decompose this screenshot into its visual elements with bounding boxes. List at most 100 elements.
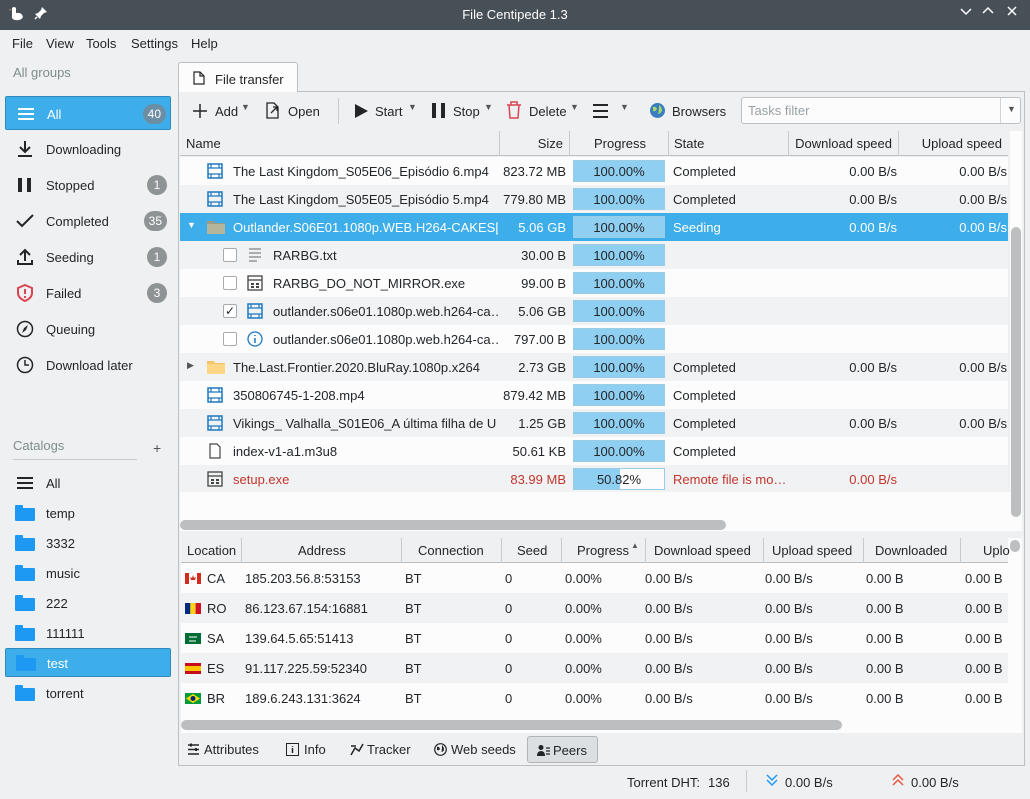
tab-web-seeds[interactable]: Web seeds xyxy=(434,736,516,763)
task-row[interactable]: RARBG_DO_NOT_MIRROR.exe 99.00 B 100.00% xyxy=(180,269,1008,297)
file-checkbox[interactable] xyxy=(223,276,237,290)
task-table-header: Name Size Progress State Download speed … xyxy=(180,131,1008,156)
tab-attributes[interactable]: Attributes xyxy=(184,736,266,763)
column-progress[interactable]: Progress ▲ xyxy=(562,538,646,563)
group-item-download-later[interactable]: Download later xyxy=(5,348,171,382)
column-progress[interactable]: Progress xyxy=(570,131,669,156)
tab-file-transfer[interactable]: File transfer xyxy=(178,62,298,92)
expand-arrow-icon[interactable]: ▶ xyxy=(187,360,194,371)
catalog-item-all[interactable]: All xyxy=(5,469,171,498)
column-location[interactable]: Location xyxy=(181,538,242,563)
add-catalog-button[interactable]: + xyxy=(153,440,161,456)
start-button[interactable]: Start ▼ xyxy=(353,100,419,122)
peer-row[interactable]: BR 189.6.243.131:3624 BT 0 0.00% 0.00 B/s 0.00… xyxy=(181,683,1008,713)
peer-upload-speed: 0.00 B/s xyxy=(765,631,813,646)
group-item-queuing[interactable]: Queuing xyxy=(5,312,171,346)
tab-peers[interactable]: Peers xyxy=(527,736,598,763)
group-item-stopped[interactable]: Stopped 1 xyxy=(5,168,171,202)
open-button[interactable]: Open xyxy=(265,100,325,122)
column-state[interactable]: State xyxy=(669,131,789,156)
peer-progress: 0.00% xyxy=(565,661,602,676)
tab-tracker[interactable]: Tracker xyxy=(350,736,412,763)
task-hscroll-thumb[interactable] xyxy=(180,520,726,530)
minimize-button[interactable] xyxy=(956,4,976,24)
task-row[interactable]: The Last Kingdom_S05E06_Episódio 6.mp4 82… xyxy=(180,157,1008,185)
tasks-filter-input[interactable] xyxy=(746,101,996,120)
collapse-arrow-icon[interactable]: ▼ xyxy=(187,220,196,230)
task-state: Completed xyxy=(673,192,736,207)
column-upload-speed[interactable]: Upload speed xyxy=(764,538,864,563)
task-row[interactable]: Vikings_ Valhalla_S01E06_A última filha … xyxy=(180,409,1008,437)
tasks-filter[interactable]: ▼ xyxy=(741,97,1021,124)
catalog-item-test[interactable]: test xyxy=(5,648,171,677)
task-row[interactable]: index-v1-a1.m3u8 50.61 KB 100.00% Completed xyxy=(180,437,1008,465)
flag-br-icon xyxy=(185,692,201,704)
close-button[interactable] xyxy=(1002,4,1022,24)
column-download-speed[interactable]: Download speed xyxy=(646,538,764,563)
column-download-speed[interactable]: Download speed xyxy=(789,131,899,156)
task-row[interactable]: 350806745-1-208.mp4 879.42 MB 100.00% Compl… xyxy=(180,381,1008,409)
menu-file[interactable]: File xyxy=(12,36,33,51)
peer-row[interactable]: SA 139.64.5.65:51413 BT 0 0.00% 0.00 B/s 0.00 … xyxy=(181,623,1008,653)
menu-tools[interactable]: Tools xyxy=(86,36,116,51)
filter-dropdown-button[interactable]: ▼ xyxy=(1000,98,1020,123)
task-row[interactable]: ▼ Outlander.S06E01.1080p.WEB.H264-CAKES[r… xyxy=(180,213,1008,241)
group-item-downloading[interactable]: Downloading xyxy=(5,132,171,166)
column-seed[interactable]: Seed xyxy=(502,538,562,563)
progress-text: 100.00% xyxy=(593,444,645,459)
group-item-seeding[interactable]: Seeding 1 xyxy=(5,240,171,274)
column-address[interactable]: Address xyxy=(242,538,402,563)
column-downloaded[interactable]: Downloaded xyxy=(864,538,961,563)
task-row[interactable]: outlander.s06e01.1080p.web.h264-ca… 797.0… xyxy=(180,325,1008,353)
task-name: outlander.s06e01.1080p.web.h264-ca… xyxy=(273,332,498,347)
catalog-item-torrent[interactable]: torrent xyxy=(5,679,171,708)
group-item-failed[interactable]: Failed 3 xyxy=(5,276,171,310)
browsers-button[interactable]: Browsers xyxy=(649,100,729,122)
catalog-item-temp[interactable]: temp xyxy=(5,499,171,528)
task-row[interactable]: ✓ outlander.s06e01.1080p.web.h264-ca… 5.06… xyxy=(180,297,1008,325)
task-row[interactable]: setup.exe 83.99 MB 50.82% Remote file is mo… xyxy=(180,465,1008,493)
column-upload-speed[interactable]: Upload speed xyxy=(899,131,1008,156)
file-checkbox[interactable] xyxy=(223,332,237,346)
catalog-item-3332[interactable]: 3332 xyxy=(5,529,171,558)
flag-sa-icon xyxy=(185,632,201,644)
column-uploaded[interactable]: Uplo xyxy=(961,538,1010,563)
task-download-speed: 0.00 B/s xyxy=(849,192,897,207)
catalog-item-111111[interactable]: 111111 xyxy=(5,619,171,648)
upload-icon xyxy=(15,248,35,266)
file-checkbox[interactable] xyxy=(223,248,237,262)
task-row[interactable]: ▶ The.Last.Frontier.2020.BluRay.1080p.x26… xyxy=(180,353,1008,381)
check-icon xyxy=(15,212,35,230)
delete-button[interactable]: Delete ▼ xyxy=(506,100,580,122)
peer-row[interactable]: RO 86.123.67.154:16881 BT 0 0.00% 0.00 B/s 0.0… xyxy=(181,593,1008,623)
peer-row[interactable]: CA 185.203.56.8:53153 BT 0 0.00% 0.00 B/s 0.00… xyxy=(181,563,1008,593)
menu-view[interactable]: View xyxy=(46,36,74,51)
column-name[interactable]: Name xyxy=(180,131,500,156)
tab-info[interactable]: Info xyxy=(284,736,329,763)
peer-upload-speed: 0.00 B/s xyxy=(765,691,813,706)
menu-icon xyxy=(593,104,608,118)
trash-icon xyxy=(507,101,521,119)
dht-label: Torrent DHT: xyxy=(627,775,700,790)
add-button[interactable]: Add ▼ xyxy=(192,100,252,122)
catalog-item-222[interactable]: 222 xyxy=(5,589,171,618)
menu-settings[interactable]: Settings xyxy=(131,36,178,51)
menu-help[interactable]: Help xyxy=(191,36,218,51)
maximize-button[interactable] xyxy=(978,4,998,24)
column-connection[interactable]: Connection xyxy=(402,538,502,563)
peers-hscroll-thumb[interactable] xyxy=(181,720,842,730)
more-menu-button[interactable]: ▼ xyxy=(592,100,630,122)
file-checkbox[interactable]: ✓ xyxy=(223,304,237,318)
stop-button[interactable]: Stop ▼ xyxy=(431,100,495,122)
task-row[interactable]: The Last Kingdom_S05E05_Episódio 5.mp4 77… xyxy=(180,185,1008,213)
peers-vscroll-thumb[interactable] xyxy=(1010,540,1020,552)
group-item-all[interactable]: All 40 xyxy=(5,96,171,130)
catalog-item-music[interactable]: music xyxy=(5,559,171,588)
task-vscroll-thumb[interactable] xyxy=(1011,227,1021,517)
column-size[interactable]: Size xyxy=(500,131,570,156)
group-label: Completed xyxy=(46,214,109,229)
catalogs-header: Catalogs xyxy=(13,438,65,453)
task-row[interactable]: RARBG.txt 30.00 B 100.00% xyxy=(180,241,1008,269)
peer-row[interactable]: ES 91.117.225.59:52340 BT 0 0.00% 0.00 B/s 0.0… xyxy=(181,653,1008,683)
group-item-completed[interactable]: Completed 35 xyxy=(5,204,171,238)
